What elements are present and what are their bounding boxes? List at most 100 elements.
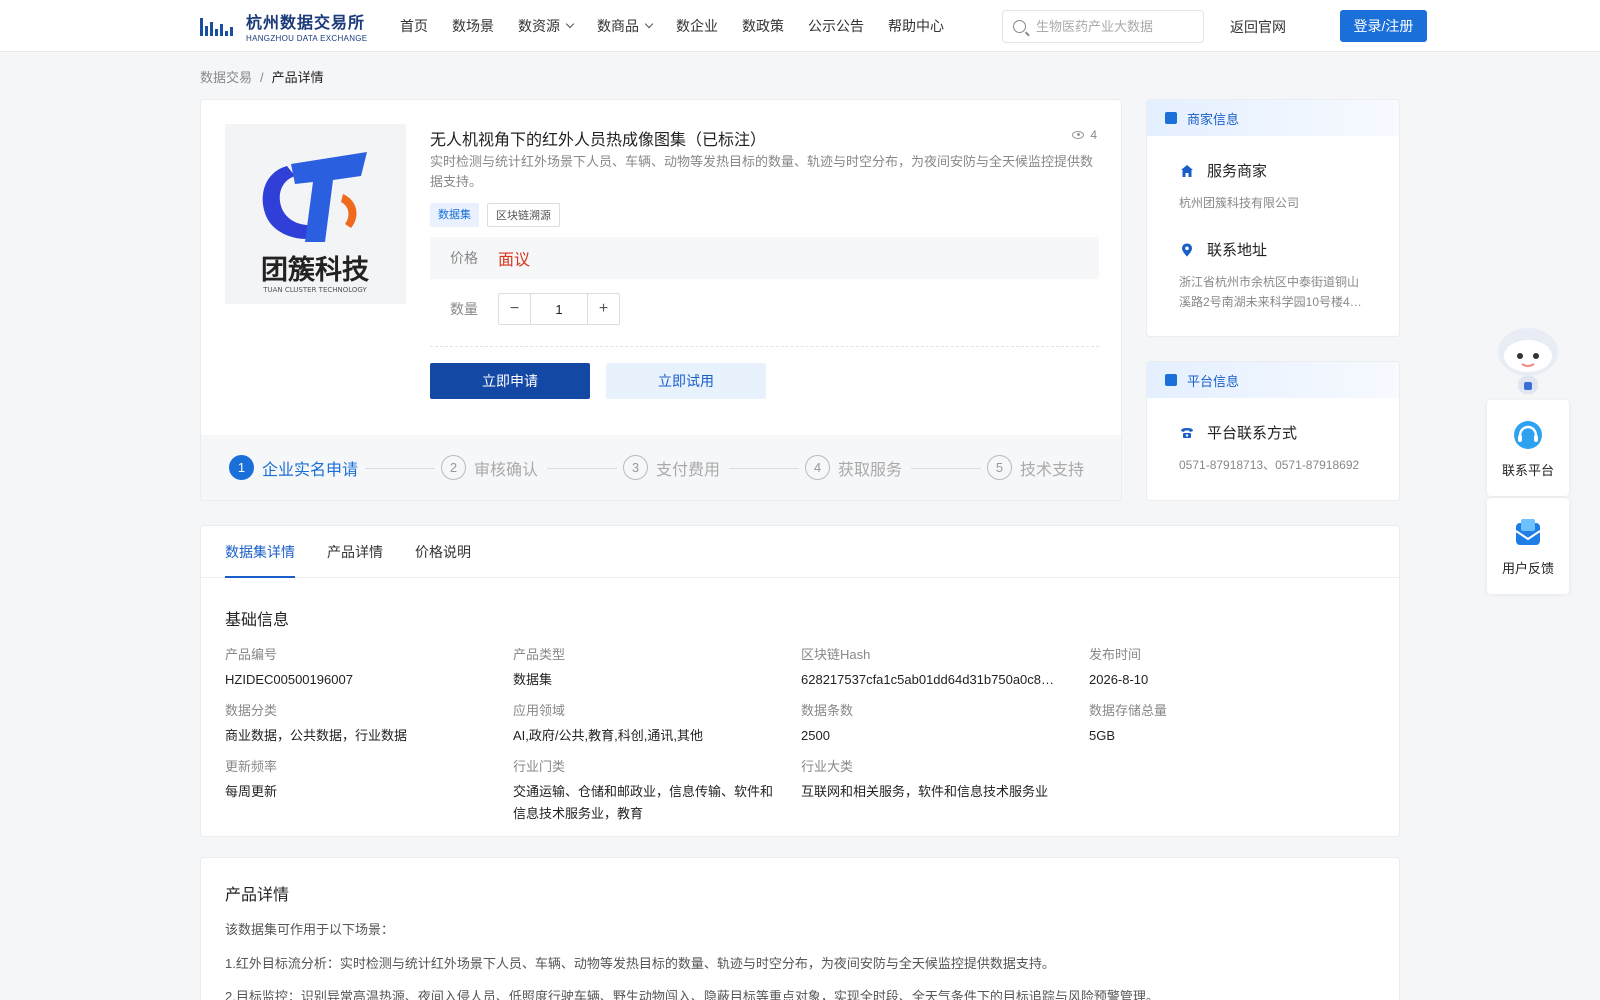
product-detail-card: 产品详情 该数据集可作用于以下场景： 1.红外目标流分析：实时检测与统计红外场景… <box>200 857 1400 1000</box>
merchant-info-card: 商家信息 服务商家 杭州团簇科技有限公司 联系地址 浙江省杭州市余杭区中泰街道铜… <box>1146 99 1400 337</box>
basic-info-title: 基础信息 <box>225 612 290 629</box>
nav-resources[interactable]: 数资源 <box>518 16 575 36</box>
main-nav: 首页 数场景 数资源 数商品 数企业 数政策 公示公告 帮助中心 <box>400 0 968 52</box>
phone-icon <box>1181 427 1193 438</box>
robot-assistant-icon[interactable] <box>1488 324 1568 399</box>
search-icon[interactable] <box>1013 20 1026 33</box>
search-input[interactable] <box>1036 19 1196 34</box>
field-product-type: 产品类型 数据集 <box>513 647 566 687</box>
nav-policies[interactable]: 数政策 <box>742 16 784 36</box>
product-thumbnail: 团簇科技 TUAN CLUSTER TECHNOLOGY <box>225 124 406 304</box>
plus-icon[interactable]: + <box>588 294 619 324</box>
minus-icon[interactable]: − <box>499 294 530 324</box>
view-count: 4 <box>1072 128 1097 142</box>
merchant-info-header: 商家信息 <box>1147 100 1399 136</box>
product-title: 无人机视角下的红外人员热成像图集（已标注） <box>430 132 767 149</box>
product-card: 团簇科技 TUAN CLUSTER TECHNOLOGY 无人机视角下的红外人员… <box>200 99 1122 501</box>
company-logo-icon: 团簇科技 TUAN CLUSTER TECHNOLOGY <box>261 152 369 294</box>
back-to-official-link[interactable]: 返回官网 <box>1230 17 1286 37</box>
top-nav-bar: 杭州数据交易所 HANGZHOU DATA EXCHANGE 首页 数场景 数资… <box>0 0 1600 52</box>
price-label: 价格 <box>450 250 478 266</box>
site-logo[interactable]: 杭州数据交易所 HANGZHOU DATA EXCHANGE <box>200 9 367 43</box>
store-icon <box>1165 112 1177 124</box>
svg-text:团簇科技: 团簇科技 <box>261 254 369 286</box>
platform-phone: 0571-87918713、0571-87918692 <box>1179 458 1360 472</box>
user-feedback-widget[interactable]: 用户反馈 <box>1487 498 1569 594</box>
home-icon <box>1181 164 1193 177</box>
contact-platform-widget[interactable]: 联系平台 <box>1487 400 1569 496</box>
step-5: 5 技术支持 <box>987 455 1084 480</box>
dataset-details-card: 数据集详情 产品详情 价格说明 基础信息 产品编号 HZIDEC005001960… <box>200 525 1400 837</box>
nav-announcements[interactable]: 公示公告 <box>808 16 864 36</box>
step-connector <box>365 468 435 469</box>
field-storage-size: 数据存储总量 5GB <box>1089 703 1168 743</box>
service-merchant-title: 服务商家 <box>1179 160 1367 181</box>
product-detail-title: 产品详情 <box>225 887 290 904</box>
eye-icon <box>1072 131 1085 139</box>
step-4: 4 获取服务 <box>805 455 902 480</box>
field-publish-date: 发布时间 2026-8-10 <box>1089 647 1149 687</box>
quantity-label: 数量 <box>450 301 478 317</box>
feedback-mail-icon <box>1515 519 1541 545</box>
tab-dataset-details[interactable]: 数据集详情 <box>225 526 295 578</box>
field-record-count: 数据条数 2500 <box>801 703 854 743</box>
merchant-address: 浙江省杭州市余杭区中泰街道铜山溪路2号南湖未来科学园10号楼4… <box>1179 275 1362 309</box>
nav-scenes[interactable]: 数场景 <box>452 16 494 36</box>
step-connector <box>547 468 617 469</box>
breadcrumb-current: 产品详情 <box>271 70 324 85</box>
nav-products[interactable]: 数商品 <box>597 16 654 36</box>
step-connector <box>729 468 799 469</box>
field-industry-category: 行业大类 互联网和相关服务，软件和信息技术服务业 <box>801 759 1049 799</box>
nav-enterprises[interactable]: 数企业 <box>676 16 718 36</box>
login-register-button[interactable]: 登录/注册 <box>1340 10 1427 42</box>
step-connector <box>911 468 981 469</box>
field-application-domain: 应用领域 AI,政府/公共,教育,科创,通讯,其他 <box>513 703 703 743</box>
field-blockchain-hash: 区块链Hash 628217537cfa1c5ab01dd64d31b750a0c… <box>801 647 1055 687</box>
price-value: 面议 <box>498 252 531 269</box>
logo-mark-icon <box>200 12 242 40</box>
detail-item-1: 1.红外目标流分析：实时检测与统计红外场景下人员、车辆、动物等发热目标的数量、轨… <box>225 956 1055 971</box>
tag-dataset: 数据集 <box>430 203 479 227</box>
svg-text:TUAN CLUSTER TECHNOLOGY: TUAN CLUSTER TECHNOLOGY <box>262 286 367 294</box>
product-description: 实时检测与统计红外场景下人员、车辆、动物等发热目标的数量、轨迹与时空分布，为夜间… <box>430 154 1094 189</box>
tag-blockchain: 区块链溯源 <box>487 203 560 227</box>
platform-info-header: 平台信息 <box>1147 362 1399 398</box>
user-feedback-label: 用户反馈 <box>1501 561 1554 576</box>
process-steps: 1 企业实名申请 2 审核确认 3 支付费用 4 获取服务 5 技术支持 <box>201 435 1121 500</box>
field-update-frequency: 更新频率 每周更新 <box>225 759 278 799</box>
platform-contact-title: 平台联系方式 <box>1179 422 1367 443</box>
nav-help[interactable]: 帮助中心 <box>888 16 944 36</box>
tab-price-notes[interactable]: 价格说明 <box>415 526 471 578</box>
quantity-value[interactable]: 1 <box>530 294 588 324</box>
location-pin-icon <box>1182 243 1192 256</box>
quantity-row: 数量 − 1 + <box>430 293 620 325</box>
contact-platform-label: 联系平台 <box>1501 463 1554 478</box>
chevron-down-icon <box>644 19 654 29</box>
monitor-icon <box>1165 374 1177 386</box>
breadcrumb-parent[interactable]: 数据交易 <box>200 70 252 85</box>
headset-icon <box>1514 421 1542 449</box>
nav-home[interactable]: 首页 <box>400 16 428 36</box>
try-now-button[interactable]: 立即试用 <box>606 363 766 399</box>
field-data-category: 数据分类 商业数据，公共数据，行业数据 <box>225 703 408 743</box>
detail-item-2: 2.目标监控：识别异常高温热源、夜间入侵人员、低照度行驶车辆、野生动物闯入、隐蔽… <box>225 989 1159 1000</box>
address-title: 联系地址 <box>1179 239 1367 260</box>
detail-intro: 该数据集可作用于以下场景： <box>225 922 395 937</box>
step-3: 3 支付费用 <box>623 455 720 480</box>
search-box[interactable] <box>1002 10 1204 43</box>
divider <box>430 346 1099 347</box>
step-2: 2 审核确认 <box>441 455 538 480</box>
logo-title: 杭州数据交易所 <box>246 15 366 32</box>
chevron-down-icon <box>565 19 575 29</box>
platform-info-card: 平台信息 平台联系方式 0571-87918713、0571-87918692 <box>1146 361 1400 501</box>
detail-tabs: 数据集详情 产品详情 价格说明 <box>201 526 1399 578</box>
apply-now-button[interactable]: 立即申请 <box>430 363 590 399</box>
tab-product-details[interactable]: 产品详情 <box>327 526 383 578</box>
merchant-name: 杭州团簇科技有限公司 <box>1179 196 1300 210</box>
logo-subtitle: HANGZHOU DATA EXCHANGE <box>246 34 368 43</box>
breadcrumb: 数据交易 / 产品详情 <box>200 70 324 85</box>
product-tags: 数据集 区块链溯源 <box>430 203 568 227</box>
step-1: 1 企业实名申请 <box>229 455 358 480</box>
field-industry-sector: 行业门类 交通运输、仓储和邮政业，信息传输、软件和信息技术服务业，教育 <box>513 759 774 821</box>
quantity-stepper: − 1 + <box>498 293 620 325</box>
